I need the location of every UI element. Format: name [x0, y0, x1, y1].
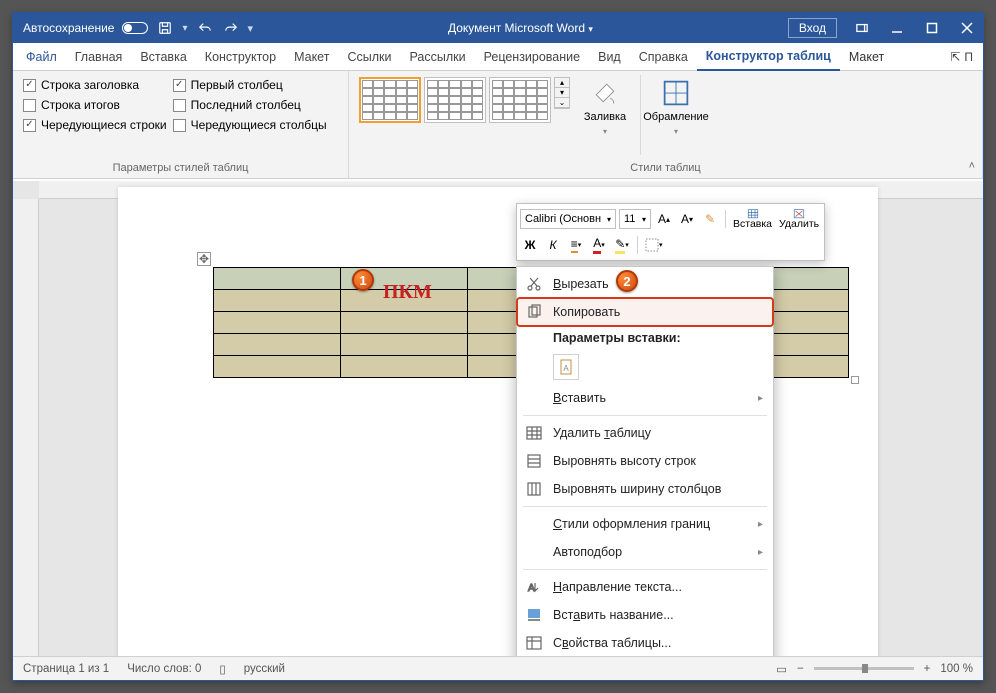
ctx-caption[interactable]: Вставить название... — [517, 601, 773, 629]
ctx-props[interactable]: Свойства таблицы... — [517, 629, 773, 656]
underline-button[interactable]: ≡▾ — [566, 235, 586, 255]
italic-button[interactable]: К — [543, 235, 563, 255]
ctx-col-width[interactable]: Выровнять ширину столбцов — [517, 475, 773, 503]
status-page[interactable]: Страница 1 из 1 — [23, 663, 109, 675]
delete-button[interactable]: Удалить — [777, 209, 821, 229]
status-lang[interactable]: русский — [244, 663, 285, 675]
svg-text:A: A — [563, 364, 569, 373]
save-icon[interactable] — [156, 19, 174, 37]
highlight-button[interactable]: ✎▾ — [612, 235, 632, 255]
tab-file[interactable]: Файл — [17, 43, 66, 71]
chk-last-col[interactable]: Последний столбец — [173, 95, 327, 115]
table-resize-handle[interactable] — [851, 376, 859, 384]
tab-table-design[interactable]: Конструктор таблиц — [697, 43, 840, 71]
tab-mail[interactable]: Рассылки — [400, 43, 474, 71]
chk-banded-cols[interactable]: Чередующиеся столбцы — [173, 115, 327, 135]
ctx-cut[interactable]: Вырезать — [517, 270, 773, 298]
ctx-border-styles[interactable]: Стили оформления границ▸ — [517, 510, 773, 538]
minimize-button[interactable] — [881, 13, 913, 43]
autosave-label: Автосохранение — [23, 21, 114, 35]
tab-home[interactable]: Главная — [66, 43, 132, 71]
ctx-paste-options: A — [517, 350, 773, 384]
borders-mini-button[interactable]: ▾ — [643, 235, 665, 255]
font-combo[interactable]: Calibri (Основн▾ — [520, 209, 616, 229]
tab-table-layout[interactable]: Макет — [840, 43, 893, 71]
tab-view[interactable]: Вид — [589, 43, 630, 71]
format-painter-icon[interactable]: ✎ — [700, 209, 720, 229]
document-area: ✥ 1 ПКМ Calibri (Основн▾ 11▾ A▴ A▾ ✎ Вст… — [13, 181, 983, 656]
status-bar: Страница 1 из 1 Число слов: 0 ▯ русский … — [13, 656, 983, 680]
title-bar: Автосохранение ▾ ▾ Документ Microsoft Wo… — [13, 13, 983, 43]
context-menu: Вырезать Копировать Параметры вставки: A… — [516, 266, 774, 656]
insert-button[interactable]: Вставка — [731, 209, 774, 229]
chk-header-row[interactable]: ✓Строка заголовка — [23, 75, 167, 95]
maximize-button[interactable] — [916, 13, 948, 43]
bold-button[interactable]: Ж — [520, 235, 540, 255]
ribbon-tabs: Файл Главная Вставка Конструктор Макет С… — [13, 43, 983, 71]
borders-button[interactable]: Обрамление▾ — [647, 75, 705, 140]
tab-design[interactable]: Конструктор — [196, 43, 285, 71]
ctx-copy[interactable]: Копировать — [517, 298, 773, 326]
display-mode-icon[interactable] — [846, 13, 878, 43]
status-proofing-icon[interactable]: ▯ — [219, 662, 225, 676]
shrink-font-icon[interactable]: A▾ — [677, 209, 697, 229]
style-gallery-nav[interactable]: ▴▾⌄ — [554, 77, 570, 109]
login-button[interactable]: Вход — [788, 18, 837, 38]
annotation-badge-2: 2 — [616, 270, 638, 292]
ctx-paste-header: Параметры вставки: — [517, 326, 773, 350]
chk-first-col[interactable]: ✓Первый столбец — [173, 75, 327, 95]
table-move-handle[interactable]: ✥ — [197, 252, 211, 266]
redo-icon[interactable] — [222, 19, 240, 37]
annotation-badge-1: 1 — [352, 269, 374, 291]
ctx-copy-label: Копировать — [553, 305, 620, 319]
vertical-ruler[interactable] — [13, 199, 39, 656]
chk-total-row[interactable]: Строка итогов — [23, 95, 167, 115]
view-readmode-icon[interactable]: ▭ — [776, 662, 787, 676]
collapse-ribbon-icon[interactable]: ˄ — [969, 160, 975, 172]
chk-banded-rows[interactable]: ✓Чередующиеся строки — [23, 115, 167, 135]
svg-text:A: A — [528, 583, 535, 594]
zoom-slider[interactable] — [814, 667, 914, 670]
fill-button[interactable]: Заливка▾ — [576, 75, 634, 140]
ctx-delete-table[interactable]: Удалить таблицу — [517, 419, 773, 447]
ctx-text-direction[interactable]: AНаправление текста... — [517, 573, 773, 601]
tab-review[interactable]: Рецензирование — [475, 43, 590, 71]
mini-toolbar: Calibri (Основн▾ 11▾ A▴ A▾ ✎ Вставка Уда… — [516, 203, 825, 261]
group-label-style-opts: Параметры стилей таблиц — [23, 162, 338, 178]
tab-help[interactable]: Справка — [630, 43, 697, 71]
ctx-paste[interactable]: Вставить▸ — [517, 384, 773, 412]
table-style-2[interactable] — [424, 77, 486, 123]
group-label-table-styles: Стили таблиц — [359, 162, 972, 178]
tab-refs[interactable]: Ссылки — [338, 43, 400, 71]
zoom-value[interactable]: 100 % — [940, 663, 973, 675]
zoom-in[interactable]: + — [924, 663, 931, 675]
zoom-out[interactable]: − — [797, 663, 804, 675]
ribbon: ✓Строка заголовка Строка итогов ✓Чередую… — [13, 71, 983, 179]
ctx-autofit[interactable]: Автоподбор▸ — [517, 538, 773, 566]
font-color-button[interactable]: A▾ — [589, 235, 609, 255]
comments-icon[interactable]: П — [964, 50, 973, 64]
tab-insert[interactable]: Вставка — [131, 43, 195, 71]
grow-font-icon[interactable]: A▴ — [654, 209, 674, 229]
annotation-pkm: ПКМ — [383, 281, 432, 304]
doc-title: Документ Microsoft Word ▾ — [253, 21, 788, 35]
share-icon[interactable]: ⇱ — [950, 50, 960, 64]
close-button[interactable] — [951, 13, 983, 43]
paste-keep-formatting[interactable]: A — [553, 354, 579, 380]
table-style-3[interactable] — [489, 77, 551, 123]
ctx-row-height[interactable]: Выровнять высоту строк — [517, 447, 773, 475]
table-style-1[interactable] — [359, 77, 421, 123]
tab-layout[interactable]: Макет — [285, 43, 338, 71]
autosave-toggle[interactable] — [122, 22, 148, 34]
size-combo[interactable]: 11▾ — [619, 209, 651, 229]
undo-icon[interactable] — [196, 19, 214, 37]
status-words[interactable]: Число слов: 0 — [127, 663, 201, 675]
